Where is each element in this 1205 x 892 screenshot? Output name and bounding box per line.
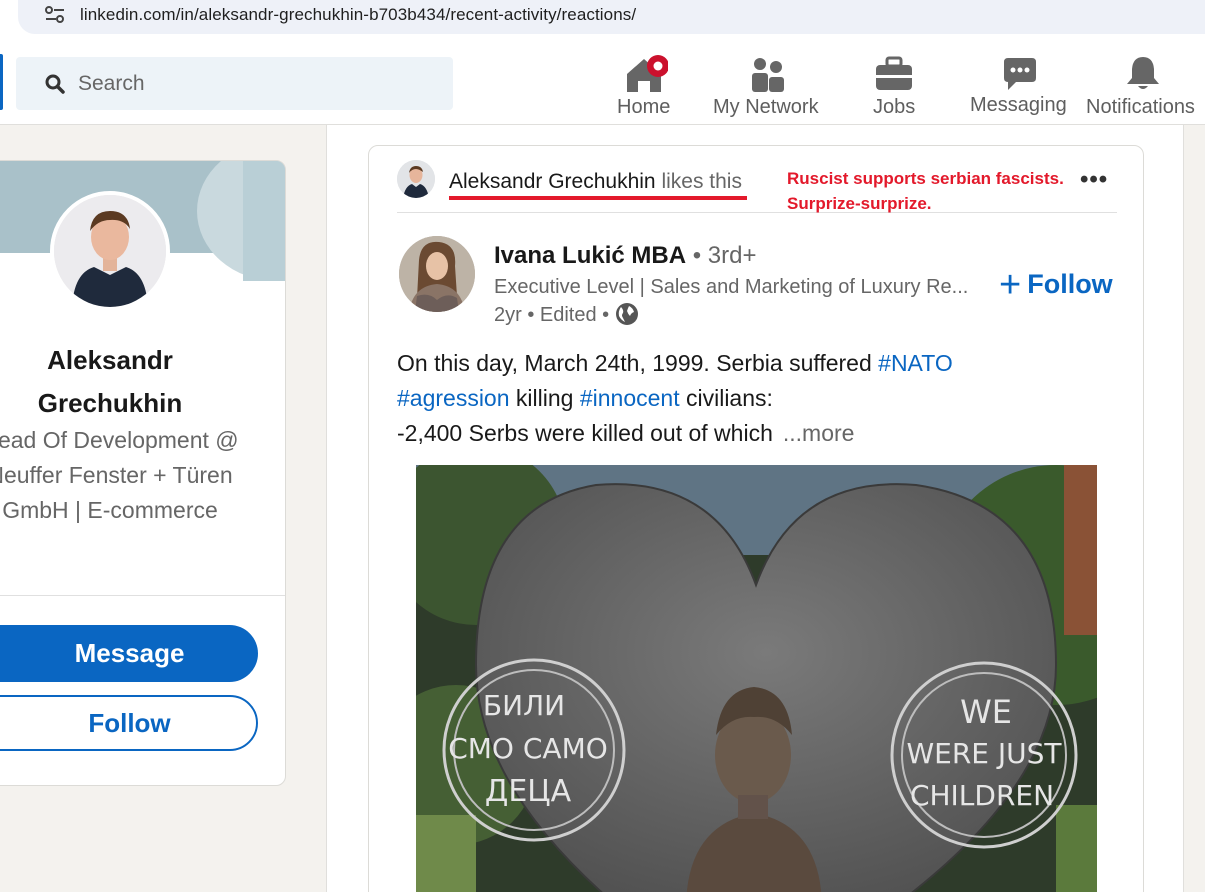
nav-messaging[interactable]: Messaging [965,48,1075,124]
nav-messaging-label: Messaging [970,94,1067,116]
svg-text:CHILDREN: CHILDREN [910,779,1054,812]
browser-address-bar: linkedin.com/in/aleksandr-grechukhin-b70… [0,0,1205,42]
url-text[interactable]: linkedin.com/in/aleksandr-grechukhin-b70… [80,5,636,25]
post-author-name[interactable]: Ivana Lukić MBA • 3rd+ [494,242,757,270]
post-meta: 2yr • Edited • [494,302,639,327]
svg-text:ДЕЦА: ДЕЦА [485,774,572,809]
memorial-photo: БИЛИ СМО САМО ДЕЦА WE WERE JUST CHILDREN [416,465,1097,892]
avatar[interactable] [50,191,170,311]
activity-text: Aleksandr Grechukhin likes this [449,170,742,194]
post-text-part: civilians: [679,385,773,411]
briefcase-icon [876,56,912,90]
network-icon [752,58,784,92]
post-text: On this day, March 24th, 1999. Serbia su… [397,346,1117,451]
post-author-avatar[interactable] [399,236,475,312]
nav-home-label: Home [617,96,671,118]
hashtag-link[interactable]: #agression [397,385,510,411]
post-author-headline: Executive Level | Sales and Marketing of… [494,276,969,298]
post-follow-label: Follow [1027,269,1113,299]
connection-degree: • 3rd+ [686,242,757,269]
divider [0,595,285,596]
post-time: 2yr • Edited • [494,304,615,326]
feed-post-card: Aleksandr Grechukhin likes this Ruscist … [368,145,1144,892]
search-input[interactable] [78,69,438,99]
red-underline-annotation [449,196,747,200]
red-annotation-text: Ruscist supports serbian fascists. Surpr… [787,166,1087,216]
nav-jobs[interactable]: Jobs [860,48,930,124]
search-box[interactable] [16,57,453,110]
nav-my-network[interactable]: My Network [705,48,835,124]
plus-icon: + [999,264,1022,306]
activity-action: likes this [655,170,742,193]
home-icon [627,55,668,92]
post-follow-button[interactable]: + Follow [999,264,1113,307]
profile-photo [54,195,166,307]
author-name-text[interactable]: Ivana Lukić MBA [494,242,686,269]
nav-my-network-label: My Network [713,96,819,118]
actor-avatar[interactable] [397,160,435,198]
svg-text:СМО САМО: СМО САМО [448,732,608,765]
linkedin-global-nav: Home My Network Jobs Messaging [0,42,1205,125]
nav-jobs-label: Jobs [873,96,916,118]
profile-headline: Head Of Development @ Neuffer Fenster + … [0,427,239,523]
annotation-line-1: Ruscist supports serbian fascists. [787,169,1064,188]
linkedin-logo[interactable] [0,54,3,110]
nav-notifications-label: Notifications [1086,96,1195,118]
profile-card: Aleksandr Grechukhin Head Of Development… [0,160,286,786]
post-text-part: On this day, March 24th, 1999. Serbia su… [397,350,879,376]
post-text-part: killing [509,385,580,411]
see-more-link[interactable]: ...more [783,420,855,446]
activity-header: Aleksandr Grechukhin likes this Ruscist … [397,158,1117,213]
search-icon [45,74,65,94]
chat-icon [1004,58,1036,90]
annotation-line-2: Surprize-surprize. [787,194,932,213]
actor-name[interactable]: Aleksandr Grechukhin [449,170,656,193]
nav-home[interactable]: Home [600,48,690,124]
profile-name[interactable]: Aleksandr Grechukhin [1,339,219,425]
url-field[interactable]: linkedin.com/in/aleksandr-grechukhin-b70… [18,0,1205,34]
hashtag-link[interactable]: #innocent [580,385,680,411]
follow-button[interactable]: Follow [0,695,258,751]
tune-icon[interactable] [44,5,66,25]
svg-text:БИЛИ: БИЛИ [483,689,565,722]
bell-icon [1127,57,1159,89]
hashtag-link[interactable]: #NATO [878,350,953,376]
globe-icon [615,303,638,325]
svg-text:WERE JUST: WERE JUST [906,737,1062,770]
post-text-part: -2,400 Serbs were killed out of which [397,420,773,446]
svg-text:WE: WE [960,693,1012,731]
more-options-icon[interactable]: ••• [1080,166,1108,194]
nav-notifications[interactable]: Notifications [1083,48,1205,124]
post-image[interactable]: БИЛИ СМО САМО ДЕЦА WE WERE JUST CHILDREN [416,465,1097,892]
message-button[interactable]: Message [0,625,258,682]
